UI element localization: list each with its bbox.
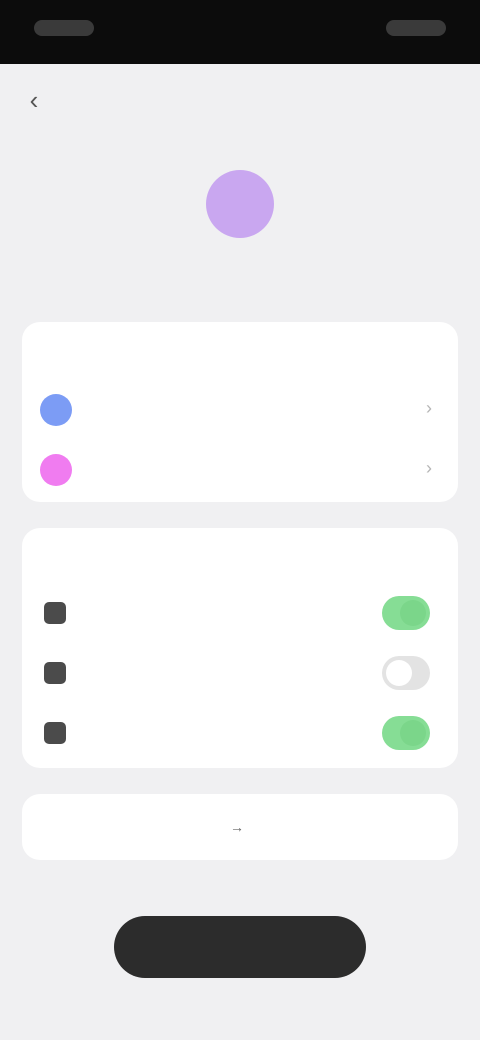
link-row[interactable]: → bbox=[22, 794, 458, 860]
notification-row bbox=[22, 650, 458, 698]
account-color-dot bbox=[40, 394, 72, 426]
status-time bbox=[34, 20, 94, 36]
bottom-button[interactable] bbox=[114, 916, 366, 978]
status-bar bbox=[0, 0, 480, 64]
notification-icon bbox=[44, 602, 66, 624]
notifications-card bbox=[22, 528, 458, 768]
notification-row bbox=[22, 710, 458, 758]
notification-toggle[interactable] bbox=[382, 656, 430, 690]
account-row[interactable]: › bbox=[22, 386, 458, 434]
avatar[interactable] bbox=[206, 170, 274, 238]
notification-row bbox=[22, 590, 458, 638]
account-row[interactable]: › bbox=[22, 446, 458, 494]
chevron-right-icon: › bbox=[426, 398, 432, 418]
toggle-knob bbox=[386, 660, 412, 686]
notification-toggle[interactable] bbox=[382, 596, 430, 630]
notification-icon bbox=[44, 722, 66, 744]
notification-icon bbox=[44, 662, 66, 684]
back-button[interactable]: ‹ bbox=[18, 84, 50, 116]
status-icons bbox=[386, 20, 446, 36]
accounts-card: › › bbox=[22, 322, 458, 502]
account-color-dot bbox=[40, 454, 72, 486]
link-icon: → bbox=[230, 819, 244, 835]
toggle-knob bbox=[400, 600, 426, 626]
notification-toggle[interactable] bbox=[382, 716, 430, 750]
chevron-left-icon: ‹ bbox=[29, 84, 39, 115]
toggle-knob bbox=[400, 720, 426, 746]
chevron-right-icon: › bbox=[426, 458, 432, 478]
